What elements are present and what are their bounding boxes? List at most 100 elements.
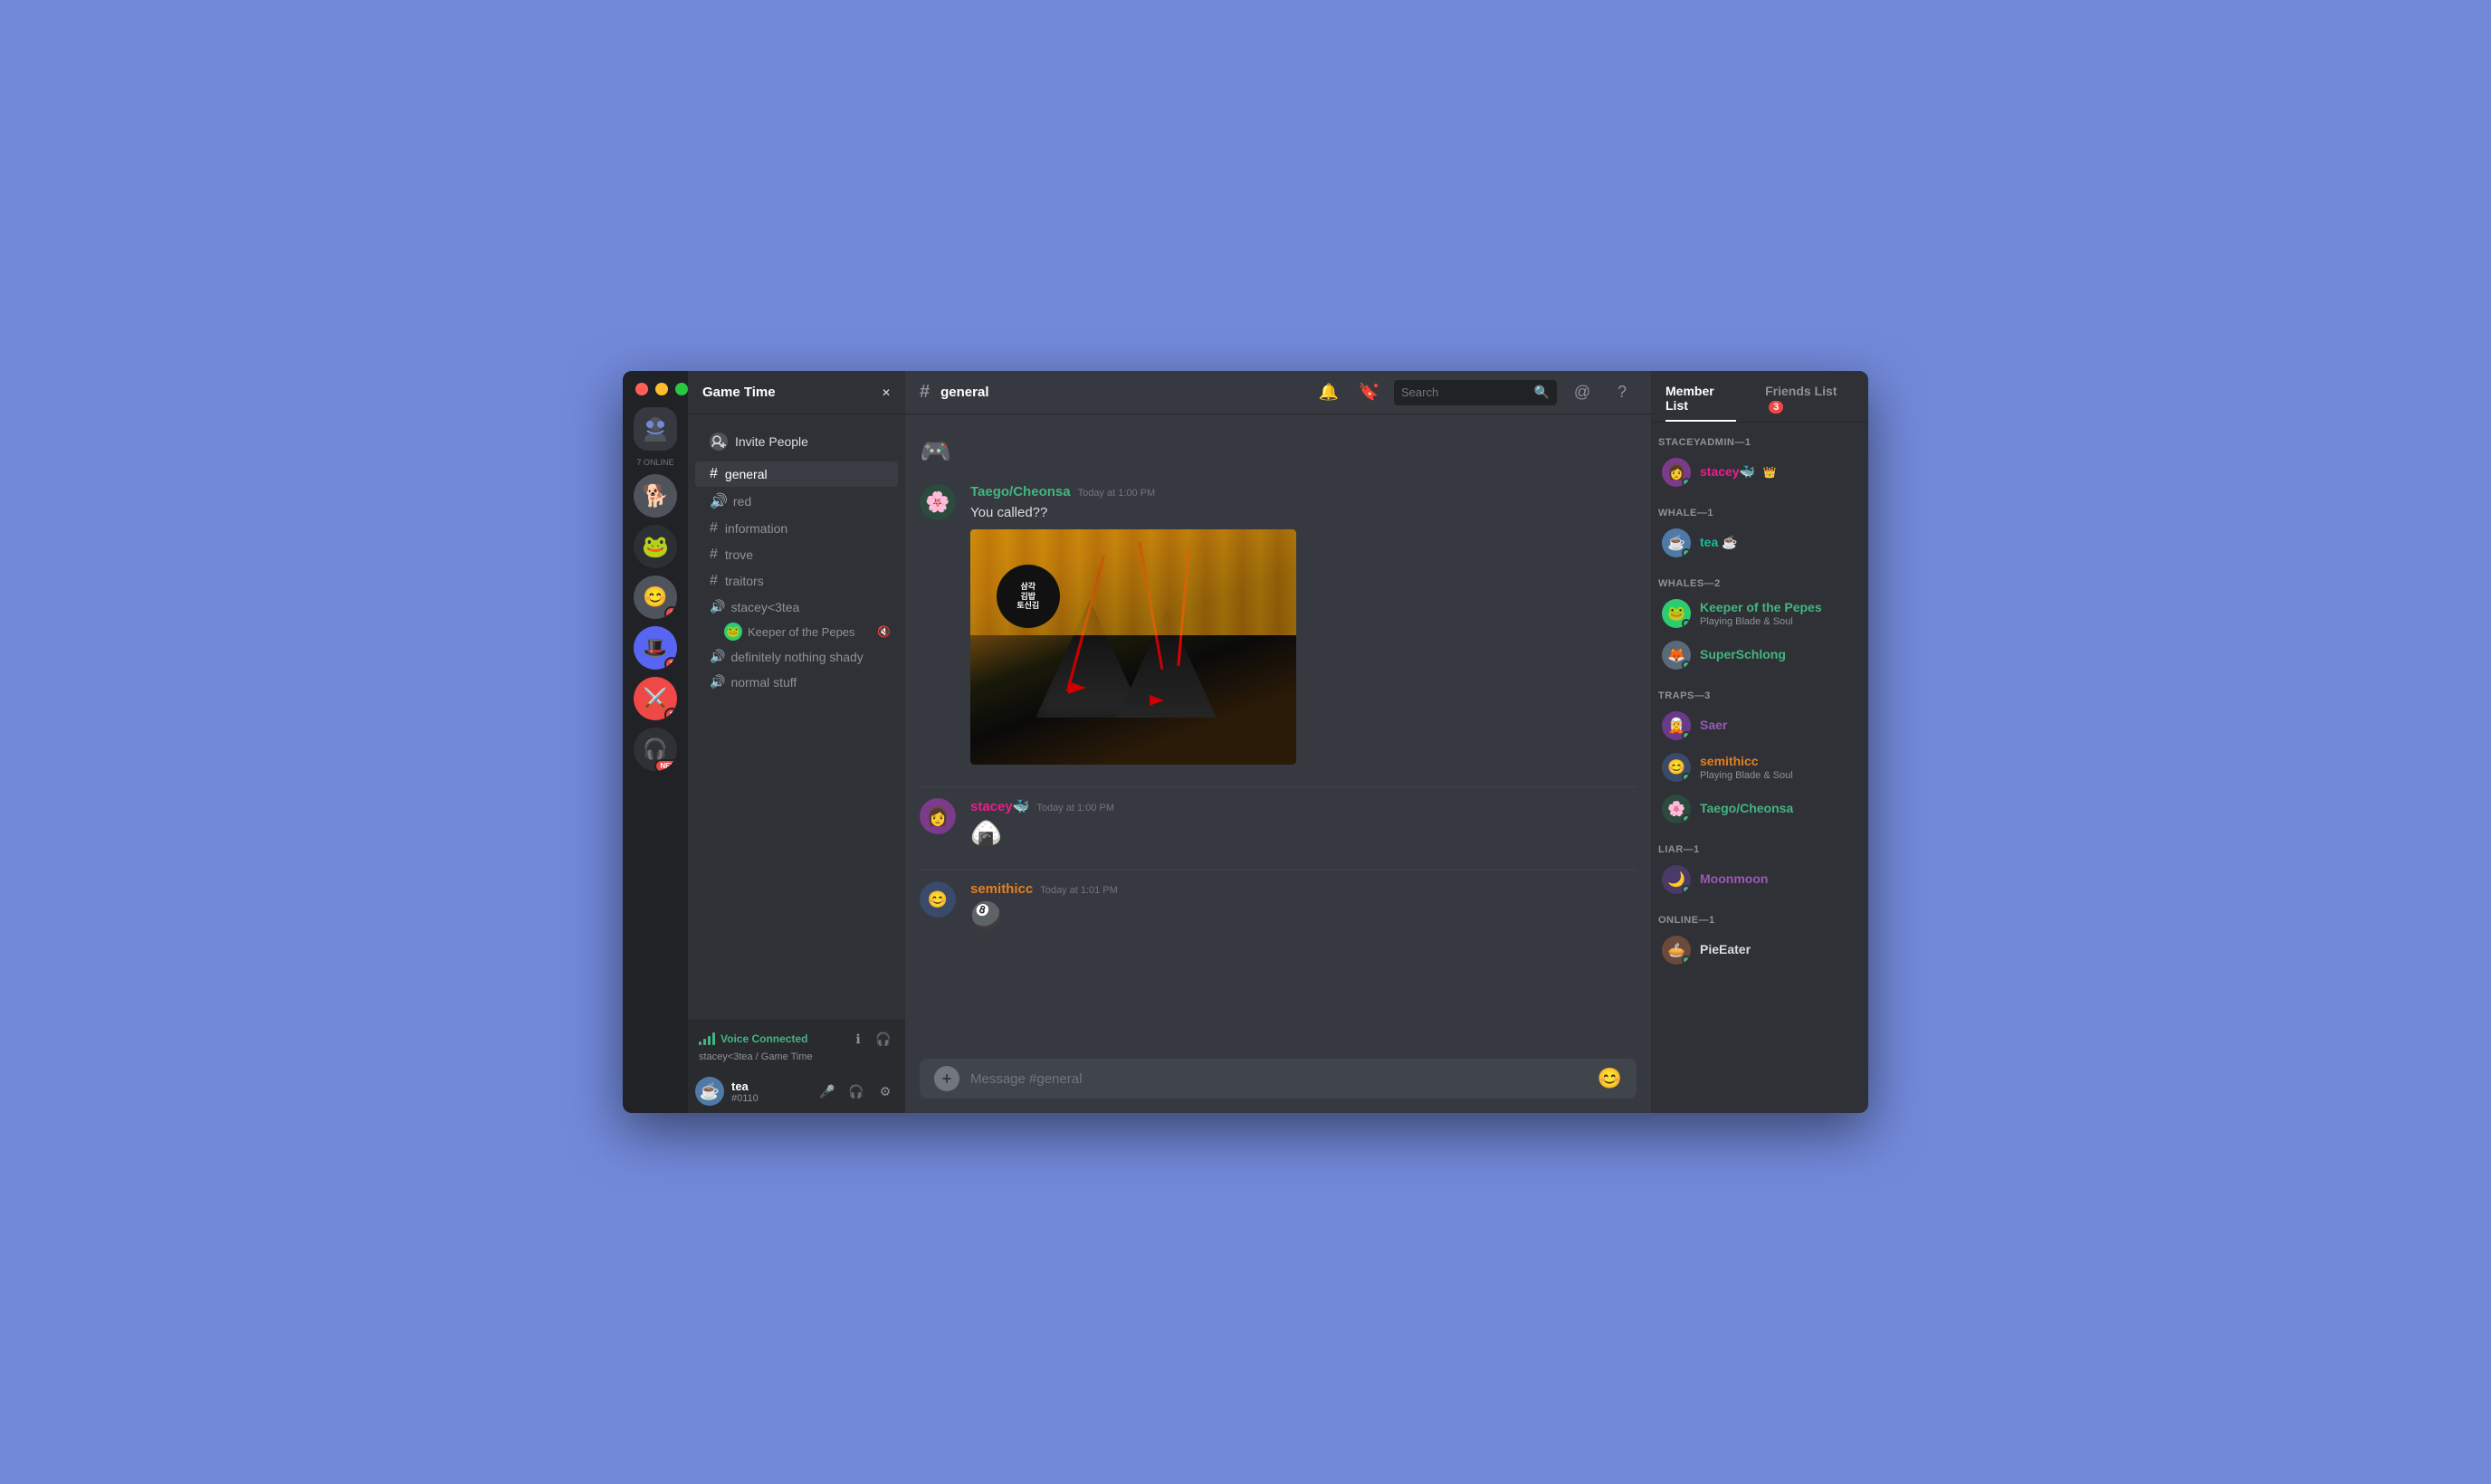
voice-bar-subtitle: stacey<3tea / Game Time [699,1051,894,1062]
member-item-moonmoon[interactable]: 🌙 Moonmoon [1655,860,1865,899]
status-taego-member [1682,814,1691,823]
channel-name-trove: trove [725,547,753,562]
server-icon-hat[interactable]: 🎩 1 [634,626,677,670]
member-item-taego-member[interactable]: 🌸 Taego/Cheonsa [1655,789,1865,829]
member-name-stacey: stacey🐳 [1700,464,1755,479]
channel-item-definitely-nothing-shady[interactable]: 🔊 definitely nothing shady [695,644,898,669]
voice-channel-icon-dns: 🔊 [710,649,725,664]
channel-item-stacey3tea[interactable]: 🔊 stacey<3tea [695,595,898,619]
channel-item-red[interactable]: 🔊 red [695,488,898,515]
maximize-button[interactable] [675,383,688,395]
search-input[interactable] [1401,385,1529,399]
help-button[interactable]: ? [1608,378,1637,407]
message-divider-1 [920,786,1637,787]
server-sidebar: 7 ONLINE 🐕 🐸 😊 4 🎩 1 ⚔️ 2 🎧 NEW [623,371,688,1113]
user-panel-info: tea #0110 [731,1080,807,1104]
titlebar [623,371,740,407]
member-item-superschlong[interactable]: 🦊 SuperSchlong [1655,635,1865,675]
member-item-saer[interactable]: 🧝 Saer [1655,706,1865,746]
message-group-stacey: 👩 stacey🐳 Today at 1:00 PM 🍙 [920,794,1637,862]
avatar-stacey-member: 👩 [1662,458,1691,487]
add-attachment-button[interactable]: + [934,1066,959,1091]
search-box[interactable]: 🔍 [1394,380,1557,405]
emoji-picker-button[interactable]: 😊 [1598,1067,1622,1090]
msg-timestamp-semithicc: Today at 1:01 PM [1040,885,1118,896]
msg-header-stacey: stacey🐳 Today at 1:00 PM [970,798,1637,814]
chat-hash-icon: # [920,382,930,403]
search-icon: 🔍 [1534,385,1550,400]
member-item-pieeater[interactable]: 🥧 PieEater [1655,930,1865,970]
section-header-whales2: WHALES—2 [1651,564,1868,593]
msg-emoji-semithicc: 🎱 [970,900,1637,930]
channel-item-information[interactable]: # information [695,516,898,541]
channel-hash-general: # [710,466,718,482]
member-info-stacey: stacey🐳 👑 [1700,464,1857,480]
main-chat: # general 🔔 🔖 🔍 @ ? 🎮 🌸 [905,371,1651,1113]
member-status-keeper: Playing Blade & Soul [1700,616,1857,627]
voice-member-keeper[interactable]: 🐸 Keeper of the Pepes 🔇 [695,620,898,643]
status-saer [1682,731,1691,740]
msg-image-taego: 삼각김밥토신김 [970,529,1296,765]
avatar-moonmoon-member: 🌙 [1662,865,1691,894]
chat-header: # general 🔔 🔖 🔍 @ ? [905,371,1651,414]
member-item-semithicc-member[interactable]: 😊 semithicc Playing Blade & Soul [1655,747,1865,787]
msg-content-taego: Taego/Cheonsa Today at 1:00 PM You calle… [970,484,1637,765]
channel-name-red: red [733,494,751,509]
msg-content-semithicc: semithicc Today at 1:01 PM 🎱 [970,881,1637,930]
notification-bell-button[interactable]: 🔔 [1314,378,1343,407]
member-name-keeper: Keeper of the Pepes [1700,600,1822,614]
bookmark-button[interactable]: 🔖 [1354,378,1383,407]
close-button[interactable] [635,383,648,395]
voice-bar-top: Voice Connected ℹ 🎧 [699,1028,894,1050]
minimize-button[interactable] [655,383,668,395]
user-panel-name: tea [731,1080,807,1093]
invite-people-button[interactable]: Invite People [695,425,898,458]
mention-button[interactable]: @ [1568,378,1597,407]
member-item-tea[interactable]: ☕ tea ☕ [1655,523,1865,563]
avatar-semithicc-member: 😊 [1662,753,1691,782]
tab-friends-list[interactable]: Friends List 3 [1751,371,1868,422]
member-item-stacey[interactable]: 👩 stacey🐳 👑 [1655,452,1865,492]
server-icon-warrior[interactable]: ⚔️ 2 [634,677,677,720]
messages-area: 🎮 🌸 Taego/Cheonsa Today at 1:00 PM You c… [905,414,1651,1059]
server-icon-dog[interactable]: 🐕 [634,474,677,518]
user-panel: ☕ tea #0110 🎤 🎧 ⚙ [688,1070,905,1113]
tab-member-list[interactable]: Member List [1651,371,1751,422]
member-item-keeper[interactable]: 🐸 Keeper of the Pepes Playing Blade & So… [1655,594,1865,633]
channel-item-normal-stuff[interactable]: 🔊 normal stuff [695,670,898,694]
channel-hash-traitors: # [710,573,718,589]
channel-item-traitors[interactable]: # traitors [695,568,898,594]
voice-bar-actions: ℹ 🎧 [847,1028,894,1050]
channel-item-general[interactable]: # general [695,461,898,487]
server-icon-imr[interactable] [634,407,677,451]
server-icon-headphones[interactable]: 🎧 NEW [634,728,677,771]
message-input-box: + 😊 [920,1059,1637,1099]
user-settings-button[interactable]: ⚙ [873,1079,898,1104]
voice-channel-icon-ns: 🔊 [710,674,725,690]
server-badge-new: NEW [654,759,677,771]
mute-mic-button[interactable]: 🎤 [815,1079,840,1104]
channel-name-information: information [725,521,787,536]
member-info-saer: Saer [1700,718,1857,734]
status-pieeater [1682,956,1691,965]
voice-headset-button[interactable]: 🎧 [873,1028,894,1050]
avatar-saer-member: 🧝 [1662,711,1691,740]
message-input-area: + 😊 [905,1059,1651,1113]
top-emoji: 🎮 [920,429,1637,480]
friends-count-badge: 3 [1769,401,1783,414]
channel-hash-trove: # [710,547,718,563]
message-input[interactable] [970,1071,1587,1087]
msg-text-taego: You called?? [970,503,1637,522]
server-online-count: 7 ONLINE [636,458,673,467]
deafen-button[interactable]: 🎧 [844,1079,869,1104]
status-stacey [1682,478,1691,487]
member-name-superschlong: SuperSchlong [1700,647,1786,661]
channel-name-traitors: traitors [725,574,764,588]
server-icon-frog[interactable]: 🐸 [634,525,677,568]
voice-info-button[interactable]: ℹ [847,1028,869,1050]
msg-header-semithicc: semithicc Today at 1:01 PM [970,881,1637,897]
mute-icon-keeper: 🔇 [877,625,891,638]
server-icon-girl[interactable]: 😊 4 [634,576,677,619]
channel-item-trove[interactable]: # trove [695,542,898,567]
section-header-online1: ONLINE—1 [1651,900,1868,929]
